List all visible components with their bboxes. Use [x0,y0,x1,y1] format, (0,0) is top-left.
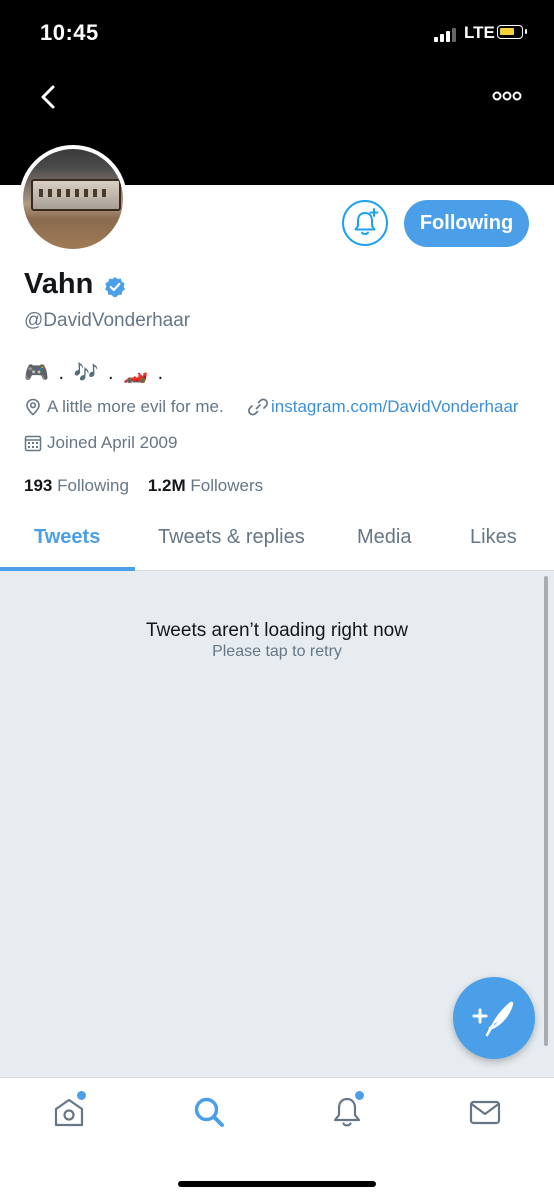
battery-icon [497,25,527,39]
notify-button[interactable] [342,200,388,246]
calendar-icon [24,435,42,452]
notifications-badge [354,1090,365,1101]
signal-icon [434,28,456,42]
avatar[interactable] [19,145,127,253]
bell-plus-icon [354,208,379,235]
home-indicator[interactable] [178,1181,376,1187]
follow-counts: 193 Following 1.2M Followers [24,476,263,496]
more-dots-icon[interactable] [492,86,522,106]
profile-bio: 🎮 . 🎶 . 🏎️ . [24,362,166,384]
profile-tabs: Tweets Tweets & replies Media Likes [0,512,554,571]
verified-badge-icon [105,277,125,298]
username-handle: @DavidVonderhaar [24,310,191,331]
network-label: LTE [464,23,495,42]
compose-feather-icon [472,1001,514,1037]
home-badge [76,1090,87,1101]
profile-location: A little more evil for me. [47,397,224,416]
status-time: 10:45 [40,20,99,45]
feed-retry-hint[interactable]: Please tap to retry [0,643,554,661]
tab-likes[interactable]: Likes [470,526,517,549]
avatar-image [23,149,123,249]
link-icon [248,398,268,416]
messages-icon[interactable] [468,1095,502,1129]
joined-date: Joined April 2009 [47,433,178,452]
tab-media[interactable]: Media [357,526,411,549]
tab-tweets-replies[interactable]: Tweets & replies [158,526,305,549]
following-button[interactable]: Following [404,200,529,247]
followers-count-link[interactable]: 1.2M Followers [148,476,263,495]
tab-tweets[interactable]: Tweets [34,526,100,549]
display-name: Vahn [24,268,94,300]
profile-website-link[interactable]: instagram.com/DavidVonderhaar [271,397,519,417]
location-pin-icon [26,398,40,416]
chevron-left-icon[interactable] [36,84,62,110]
compose-tweet-button[interactable] [453,977,535,1059]
following-count-link[interactable]: 193 Following [24,476,129,495]
feed-error-title[interactable]: Tweets aren’t loading right now [0,620,554,642]
search-icon[interactable] [192,1095,226,1129]
